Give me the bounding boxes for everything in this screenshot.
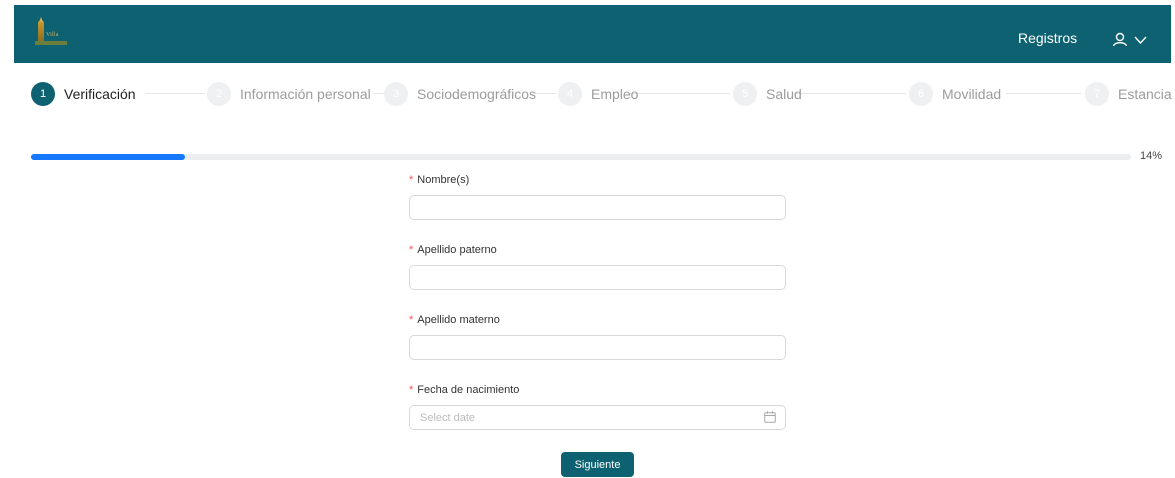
page: Villa Registros 1 Verificación 2 Informa… [0,0,1175,478]
step-label: Movilidad [942,86,1002,102]
step-label: Verificación [64,86,136,102]
date-picker[interactable] [409,405,786,430]
step-number: 1 [31,82,55,106]
step-sociodemograficos[interactable]: 3 Sociodemográficos [384,81,536,107]
step-number: 7 [1085,82,1109,106]
required-mark: * [409,384,414,396]
top-header: Villa Registros [14,5,1171,63]
user-icon [1112,32,1147,47]
step-informacion-personal[interactable]: 2 Información personal [207,81,371,107]
apellido-paterno-label: * Apellido paterno [409,244,497,256]
steps-bar: 1 Verificación 2 Información personal 3 … [31,81,1172,107]
step-label: Salud [766,86,802,102]
nav-registros-link[interactable]: Registros [1018,30,1077,46]
required-mark: * [409,244,414,256]
chevron-down-icon [1134,36,1147,45]
step-number: 5 [733,82,757,106]
fecha-nacimiento-label: * Fecha de nacimiento [409,384,520,396]
user-menu[interactable] [1111,29,1151,51]
step-estancia[interactable]: 7 Estancia [1085,81,1172,107]
siguiente-button[interactable]: Siguiente [561,452,634,477]
fecha-nacimiento-input[interactable] [409,405,786,430]
calendar-icon[interactable] [764,411,776,423]
progress-percent: 14% [1140,150,1163,162]
apellido-materno-label: * Apellido materno [409,314,500,326]
step-verificacion[interactable]: 1 Verificación [31,81,136,107]
step-salud[interactable]: 5 Salud [733,81,802,107]
app-logo[interactable]: Villa [35,17,69,47]
step-number: 6 [909,82,933,106]
step-label: Sociodemográficos [417,86,537,102]
required-mark: * [409,174,414,186]
progress-bar [31,154,1131,160]
step-number: 3 [384,82,408,106]
step-movilidad[interactable]: 6 Movilidad [909,81,1001,107]
progress-fill [31,154,185,160]
step-number: 4 [558,82,582,106]
step-label: Información personal [240,86,371,102]
step-label: Empleo [591,86,639,102]
nombre-input[interactable] [409,195,786,220]
logo-text: Villa [46,32,59,38]
required-mark: * [409,314,414,326]
apellido-materno-input[interactable] [409,335,786,360]
apellido-paterno-input[interactable] [409,265,786,290]
step-label: Estancia [1118,86,1172,102]
logo-tower-icon [38,17,44,43]
step-number: 2 [207,82,231,106]
nombre-label: * Nombre(s) [409,174,470,186]
step-empleo[interactable]: 4 Empleo [558,81,638,107]
